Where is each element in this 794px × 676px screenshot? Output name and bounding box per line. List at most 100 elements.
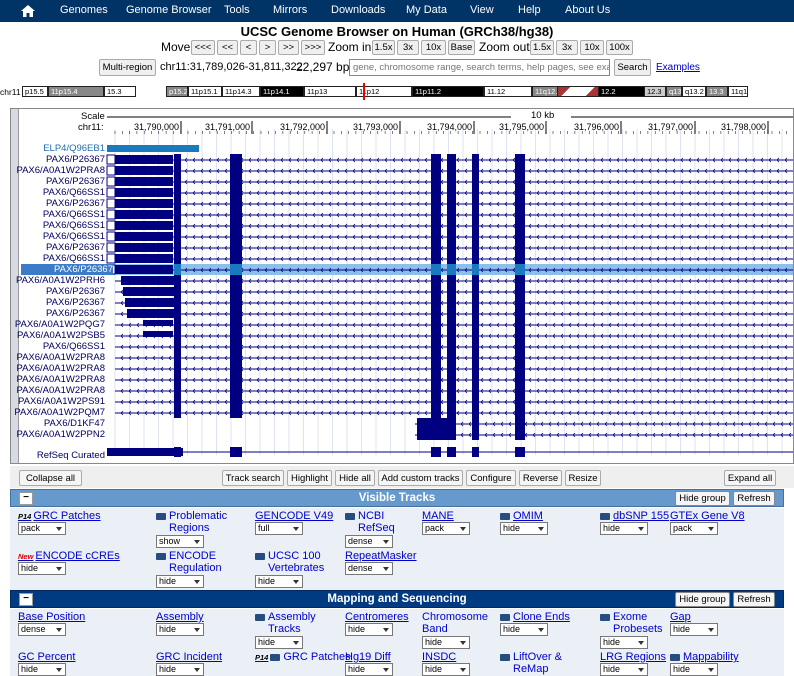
move-step-left-button[interactable]: < (240, 40, 257, 55)
track-label[interactable]: PAX6/P26367 (46, 198, 105, 209)
move-left-button[interactable]: << (217, 40, 238, 55)
configure-button[interactable]: Configure (466, 470, 516, 486)
track-link[interactable]: NCBI RefSeq (345, 510, 413, 534)
track-link[interactable]: New ENCODE cCREs (18, 550, 120, 562)
visibility-select[interactable]: hide (600, 636, 648, 649)
move-far-right-button[interactable]: >>> (301, 40, 325, 55)
visibility-select[interactable]: hide (600, 522, 648, 535)
track-label[interactable]: PAX6/Q66SS1 (43, 220, 105, 231)
nav-my-data[interactable]: My Data (406, 4, 447, 16)
ideogram-band[interactable]: 11q12.1 (532, 86, 558, 97)
ideogram-band[interactable]: 11p14.1 (260, 86, 304, 97)
track-link[interactable]: ENCODE Regulation (156, 550, 239, 574)
zoom-in-3x-button[interactable]: 3x (397, 40, 419, 55)
track-label[interactable]: PAX6/Q66SS1 (43, 231, 105, 242)
move-step-right-button[interactable]: > (259, 40, 276, 55)
ideogram-band[interactable]: 13.3 (706, 86, 728, 97)
track-label[interactable]: PAX6/P26367 (46, 297, 105, 308)
zoom-out-100x-button[interactable]: 100x (606, 40, 633, 55)
track-label[interactable]: PAX6/A0A1W2PS91 (18, 396, 105, 407)
refseq-track-label[interactable]: RefSeq Curated (37, 450, 105, 461)
track-label[interactable]: PAX6/P26367 (46, 176, 105, 187)
track-label[interactable]: PAX6/P26367 (46, 286, 105, 297)
track-link[interactable]: Exome Probesets (600, 611, 673, 635)
track-link[interactable]: Chromosome Band (422, 611, 492, 635)
zoom-out-10x-button[interactable]: 10x (580, 40, 604, 55)
nav-genome-browser[interactable]: Genome Browser (126, 4, 212, 16)
visibility-select[interactable]: pack (18, 522, 66, 535)
track-link[interactable]: Assembly Tracks (255, 611, 338, 635)
track-label[interactable]: ELP4/Q96EB1 (43, 143, 105, 154)
track-label[interactable]: PAX6/A0A1W2PQG7 (15, 319, 105, 330)
visibility-select[interactable]: hide (255, 575, 303, 588)
visibility-select[interactable]: show (156, 535, 204, 548)
visibility-select[interactable]: hide (156, 663, 204, 676)
visibility-select[interactable]: pack (422, 522, 470, 535)
track-link[interactable]: Mappability (670, 651, 739, 663)
track-label[interactable]: PAX6/P26367 (46, 308, 105, 319)
visibility-select[interactable]: hide (600, 663, 648, 676)
zoom-out-1-5x-button[interactable]: 1.5x (530, 40, 554, 55)
visibility-select[interactable]: hide (670, 663, 718, 676)
highlight-button[interactable]: Highlight (287, 470, 332, 486)
add-custom-tracks-button[interactable]: Add custom tracks (378, 470, 463, 486)
search-input[interactable]: gene, chromosome range, search terms, he… (349, 59, 610, 76)
track-link[interactable]: Assembly (156, 611, 204, 623)
visibility-select[interactable]: hide (156, 575, 204, 588)
track-link[interactable]: UCSC 100 Vertebrates (255, 550, 348, 574)
track-label[interactable]: PAX6/A0A1W2PRA8 (16, 385, 105, 396)
ideogram-band[interactable]: 11.12 (484, 86, 532, 97)
nav-tools[interactable]: Tools (224, 4, 250, 16)
track-label[interactable]: PAX6/Q66SS1 (43, 341, 105, 352)
ideogram-band[interactable]: p15.5 (22, 86, 48, 97)
visibility-select[interactable]: hide (345, 623, 393, 636)
track-link[interactable]: Centromeres (345, 611, 409, 623)
track-link[interactable]: dbSNP 155 (600, 510, 669, 522)
visible-refresh-button[interactable]: Refresh (733, 491, 775, 506)
track-link[interactable]: Hg19 Diff (345, 651, 391, 663)
track-label[interactable]: PAX6/D1KF47 (44, 418, 105, 429)
visibility-select[interactable]: hide (500, 522, 548, 535)
track-label[interactable]: PAX6/A0A1W2PRH6 (16, 275, 105, 286)
ideogram-band[interactable]: 12.2 (598, 86, 648, 97)
ideogram-band[interactable]: 15.3 (104, 86, 136, 97)
visible-hide-group-button[interactable]: Hide group (675, 491, 730, 506)
track-link[interactable]: P14 GRC Patches (18, 510, 101, 522)
track-link[interactable]: P14 GRC Patches (255, 651, 353, 663)
nav-help[interactable]: Help (518, 4, 541, 16)
track-link[interactable]: LiftOver & ReMap (500, 651, 583, 675)
visibility-select[interactable]: hide (156, 623, 204, 636)
track-label[interactable]: PAX6/P26367 (46, 154, 105, 165)
nav-mirrors[interactable]: Mirrors (273, 4, 307, 16)
track-link[interactable]: Base Position (18, 611, 85, 623)
visibility-select[interactable]: hide (255, 636, 303, 649)
visibility-select[interactable]: dense (345, 535, 393, 548)
ideogram-band[interactable]: 11p11.2 (412, 86, 484, 97)
track-link[interactable]: OMIM (500, 510, 543, 522)
home-icon[interactable] (20, 3, 36, 19)
visibility-select[interactable]: hide (345, 663, 393, 676)
zoom-in-base-button[interactable]: Base (448, 40, 475, 55)
track-label[interactable]: PAX6/A0A1W2PPN2 (16, 429, 105, 440)
track-link[interactable]: GC Percent (18, 651, 75, 663)
ideogram-band[interactable]: 11p13 (304, 86, 356, 97)
zoom-out-3x-button[interactable]: 3x (556, 40, 578, 55)
visibility-select[interactable]: hide (422, 636, 470, 649)
hide-all-button[interactable]: Hide all (335, 470, 375, 486)
chromosome-ideogram[interactable]: chr11 (p13) p15.511p15.415.3p15.211p15.1… (0, 81, 794, 103)
track-area[interactable]: 31,790,000 31,791,000 31,792,000 31,793,000… (11, 109, 794, 464)
visibility-select[interactable]: dense (345, 562, 393, 575)
track-label[interactable]: PAX6/Q66SS1 (43, 253, 105, 264)
track-label[interactable]: PAX6/A0A1W2PRA8 (16, 352, 105, 363)
track-link[interactable]: Gap (670, 611, 691, 623)
nav-view[interactable]: View (470, 4, 494, 16)
track-link[interactable]: Clone Ends (500, 611, 570, 623)
track-label[interactable]: PAX6/P26367 (46, 242, 105, 253)
track-label[interactable]: PAX6/Q66SS1 (43, 187, 105, 198)
search-button[interactable]: Search (614, 59, 651, 76)
expand-all-button[interactable]: Expand all (724, 470, 776, 486)
visibility-select[interactable]: dense (18, 623, 66, 636)
visibility-select[interactable]: hide (500, 623, 548, 636)
multi-region-button[interactable]: Multi-region (99, 59, 156, 76)
ideogram-band[interactable]: q13.1 (666, 86, 682, 97)
